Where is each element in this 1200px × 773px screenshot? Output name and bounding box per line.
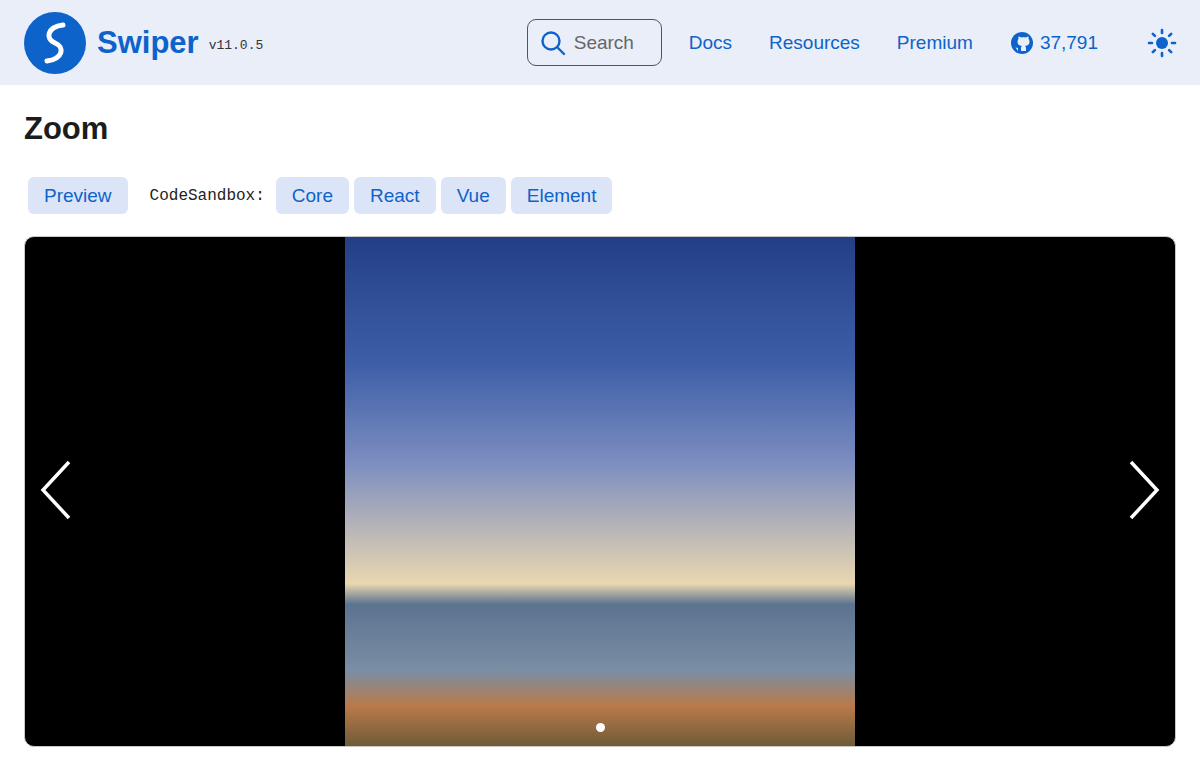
slide-photo[interactable] — [345, 237, 855, 747]
search-button[interactable]: Search — [527, 19, 662, 66]
pagination — [25, 723, 1175, 732]
chevron-left-icon — [39, 459, 73, 521]
next-button[interactable] — [1127, 459, 1161, 525]
nav-link[interactable]: Resources — [769, 32, 860, 54]
page-title: Zoom — [24, 111, 1176, 147]
github-icon — [1010, 31, 1034, 55]
github-stars: 37,791 — [1040, 32, 1098, 54]
content: Zoom Preview CodeSandbox: CoreReactVueEleme… — [0, 111, 1200, 747]
brand[interactable]: Swiper v11.0.5 — [23, 11, 263, 75]
prev-button[interactable] — [39, 459, 73, 525]
version-label: v11.0.5 — [209, 38, 264, 53]
codesandbox-link[interactable]: Core — [276, 177, 349, 214]
swiper-logo-icon — [23, 11, 87, 75]
theme-toggle[interactable] — [1147, 28, 1177, 58]
image-slider[interactable] — [24, 236, 1176, 747]
search-icon — [540, 30, 566, 56]
github-link[interactable]: 37,791 — [1010, 31, 1098, 55]
chevron-right-icon — [1127, 459, 1161, 521]
brand-name[interactable]: Swiper — [97, 25, 199, 61]
codesandbox-link[interactable]: React — [354, 177, 436, 214]
nav-link[interactable]: Docs — [689, 32, 732, 54]
preview-button[interactable]: Preview — [28, 177, 128, 214]
top-bar: Swiper v11.0.5 Search Docs Resources Premium 3… — [0, 0, 1200, 85]
demo-links: Preview CodeSandbox: CoreReactVueElement — [28, 177, 1176, 214]
nav: Docs Resources Premium 37,791 — [689, 28, 1177, 58]
pagination-bullet[interactable] — [596, 723, 605, 732]
sun-icon — [1147, 28, 1177, 58]
nav-link[interactable]: Premium — [897, 32, 973, 54]
codesandbox-link[interactable]: Element — [511, 177, 613, 214]
codesandbox-label: CodeSandbox: — [150, 187, 265, 205]
search-label: Search — [574, 32, 634, 54]
codesandbox-link[interactable]: Vue — [441, 177, 506, 214]
